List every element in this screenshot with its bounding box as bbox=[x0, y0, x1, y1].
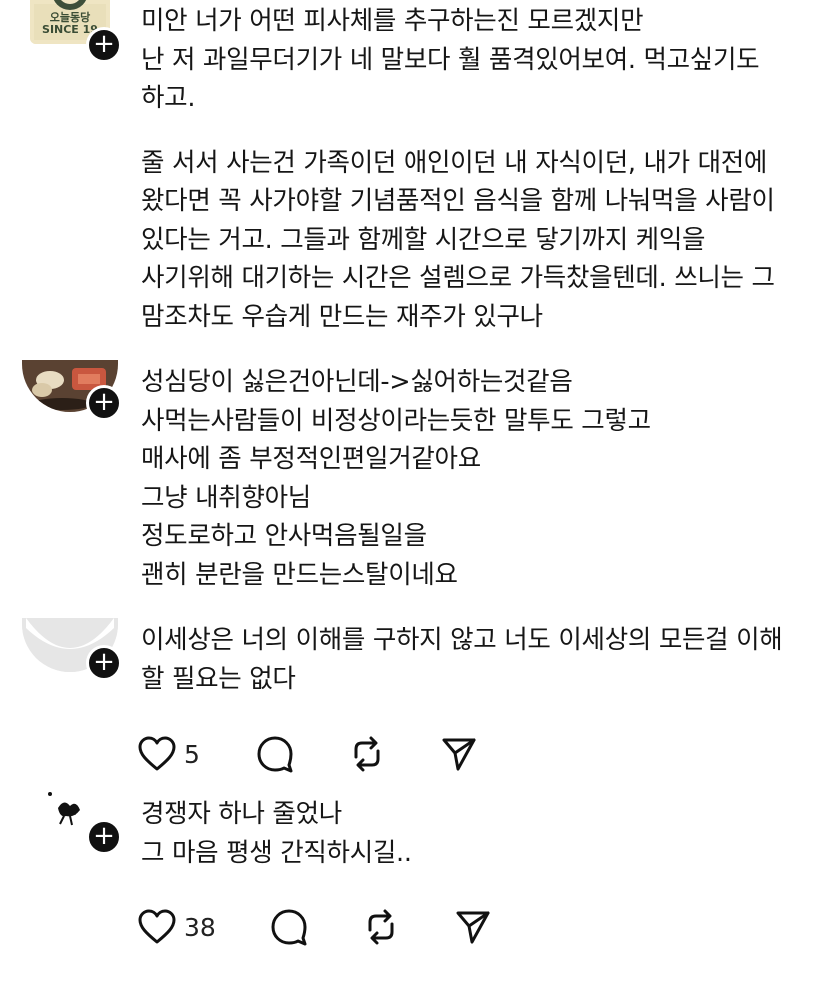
comment-icon bbox=[271, 909, 307, 946]
repost-button[interactable] bbox=[362, 905, 400, 949]
follow-button[interactable]: + bbox=[86, 645, 122, 681]
comment-line: 이세상은 너의 이해를 구하지 않고 너도 이세상의 모든걸 이해 bbox=[141, 625, 783, 655]
follow-button[interactable]: + bbox=[86, 819, 122, 855]
comment-line: 난 저 과일무더기가 네 말보다 훨 품격있어보여. 먹고싶기도 bbox=[141, 44, 760, 75]
repost-icon bbox=[368, 909, 394, 945]
comment-line: 매사에 좀 부정적인편일거같아요 bbox=[141, 444, 481, 474]
comment-line: 괜히 분란을 만드는스탈이네요 bbox=[141, 559, 458, 590]
heart-icon bbox=[138, 736, 176, 771]
comment-line: 줄 서서 사는건 가족이던 애인이던 내 자식이던, 내가 대전에 bbox=[141, 147, 768, 178]
comment-text: 이세상은 너의 이해를 구하지 않고 너도 이세상의 모든걸 이해 할 필요는 … bbox=[141, 621, 821, 698]
action-bar: 38 bbox=[138, 905, 538, 949]
action-bar: 5 bbox=[138, 732, 538, 776]
repost-icon bbox=[354, 736, 380, 772]
comment-line: 하고. bbox=[141, 83, 196, 113]
comment-line: 있다는 거고. 그들과 함께할 시간으로 닿기까지 케익을 bbox=[141, 224, 706, 255]
comment-line: 사먹는사람들이 비정상이라는듯한 말투도 그렇고 bbox=[141, 405, 651, 436]
comment-line: 성심당이 싫은건아닌데->싫어하는것같음 bbox=[141, 367, 573, 397]
comment-line: 경쟁자 하나 줄었나 bbox=[141, 799, 342, 829]
share-button[interactable] bbox=[440, 732, 478, 776]
like-count: 38 bbox=[184, 912, 216, 942]
reply-button[interactable] bbox=[270, 905, 308, 949]
comment-text: 미안 너가 어떤 피사체를 추구하는진 모르겠지만 난 저 과일무더기가 네 말… bbox=[141, 2, 821, 336]
like-count: 5 bbox=[184, 739, 200, 769]
share-button[interactable] bbox=[454, 905, 492, 949]
comment-icon bbox=[257, 736, 293, 773]
comment-text: 성심당이 싫은건아닌데->싫어하는것같음 사먹는사람들이 비정상이라는듯한 말투… bbox=[141, 363, 821, 594]
share-icon bbox=[442, 738, 476, 771]
comment-line: 왔다면 꼭 사가야할 기념품적인 음식을 함께 나눠먹을 사람이 bbox=[141, 186, 775, 216]
comment-text: 경쟁자 하나 줄었나 그 마음 평생 간직하시길.. bbox=[141, 795, 821, 872]
like-button[interactable]: 5 bbox=[138, 732, 200, 776]
like-button[interactable]: 38 bbox=[138, 905, 216, 949]
share-icon bbox=[456, 911, 490, 944]
follow-button[interactable]: + bbox=[86, 385, 122, 421]
comment-line: 그냥 내취향아님 bbox=[141, 482, 311, 513]
reply-button[interactable] bbox=[256, 732, 294, 776]
follow-button[interactable]: + bbox=[86, 27, 122, 63]
comment-line: 할 필요는 없다 bbox=[141, 663, 296, 694]
comment-line: 사기위해 대기하는 시간은 설렘으로 가득찼을텐데. 쓰니는 그 bbox=[141, 263, 775, 293]
comment-line: 맘조차도 우습게 만드는 재주가 있구나 bbox=[141, 301, 543, 332]
comment-line: 정도로하고 안사먹음될일을 bbox=[141, 521, 427, 551]
comment-line: 그 마음 평생 간직하시길.. bbox=[141, 837, 412, 868]
repost-button[interactable] bbox=[348, 732, 386, 776]
comment-line: 미안 너가 어떤 피사체를 추구하는진 모르겠지만 bbox=[141, 6, 644, 36]
heart-icon bbox=[138, 909, 176, 944]
